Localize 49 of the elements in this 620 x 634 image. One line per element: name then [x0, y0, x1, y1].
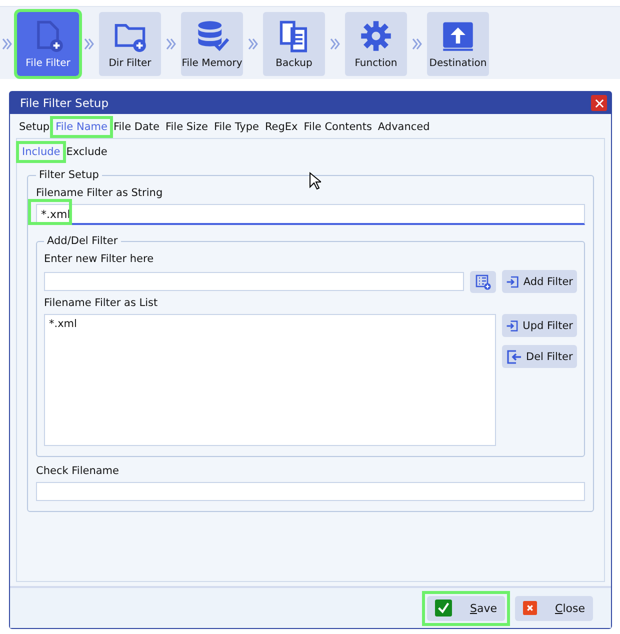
tab[interactable]: File Date	[110, 119, 162, 135]
tab[interactable]: File Size	[162, 119, 211, 135]
list-box[interactable]: *.xml	[44, 314, 496, 446]
exit-icon	[506, 348, 522, 364]
add-filter-button[interactable]: Add Filter	[502, 270, 577, 293]
tab[interactable]: Exclude	[63, 144, 110, 160]
close-button[interactable]: Close	[515, 596, 593, 620]
update-filter-button[interactable]: Upd Filter	[502, 314, 577, 337]
list-add-icon[interactable]	[470, 270, 496, 292]
input-field[interactable]	[36, 482, 585, 501]
enter-icon	[506, 274, 520, 290]
delete-filter-button[interactable]: Del Filter	[502, 345, 577, 368]
chevron-icon	[248, 38, 258, 50]
field-label: Enter new Filter here	[44, 253, 155, 265]
close-icon[interactable]	[591, 95, 607, 111]
group-title: Add/Del Filter	[46, 235, 119, 247]
tab[interactable]: File Contents	[300, 119, 375, 135]
field-label: Check Filename	[36, 465, 120, 477]
chevron-icon	[166, 38, 176, 50]
field-label: Filename Filter as List	[44, 297, 159, 309]
gear-icon	[359, 19, 393, 53]
tab[interactable]: File Name	[52, 119, 110, 135]
tab[interactable]: RegEx	[262, 119, 301, 135]
chevron-icon	[412, 38, 422, 50]
upload-icon	[441, 19, 475, 53]
input-field[interactable]	[44, 272, 464, 291]
tab[interactable]: Setup	[16, 119, 53, 135]
close-icon	[523, 599, 538, 617]
list-item[interactable]: *.xml	[49, 318, 491, 330]
window-title: File Filter Setup	[20, 96, 109, 110]
toolbar-button[interactable]: File Filter	[17, 12, 79, 76]
tab[interactable]: File Type	[210, 119, 262, 135]
cursor-icon	[309, 172, 321, 190]
tab[interactable]: Advanced	[374, 119, 433, 135]
enter-icon	[506, 318, 519, 334]
save-button[interactable]: Save	[427, 596, 505, 620]
toolbar-button[interactable]: File Memory	[181, 12, 243, 76]
group-title: Filter Setup	[38, 169, 100, 181]
toolbar-button[interactable]: Destination	[427, 12, 489, 76]
chevron-icon	[84, 38, 94, 50]
chevron-icon	[330, 38, 340, 50]
checkmark-icon	[435, 599, 452, 617]
toolbar-button[interactable]: Dir Filter	[99, 12, 161, 76]
database-check-icon	[195, 19, 229, 53]
toolbar-button[interactable]: Function	[345, 12, 407, 76]
chevron-icon	[2, 38, 12, 50]
toolbar-button[interactable]: Backup	[263, 12, 325, 76]
field-label: Filename Filter as String	[36, 187, 164, 199]
tab[interactable]: Include	[19, 144, 64, 160]
